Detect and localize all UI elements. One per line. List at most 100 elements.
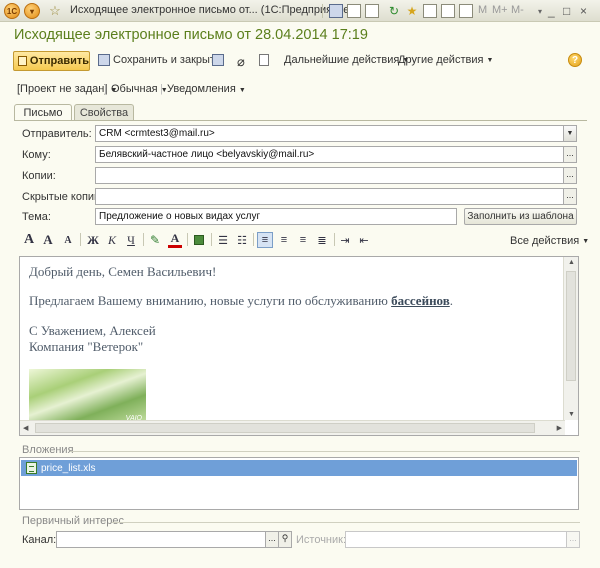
italic-icon[interactable]: К [105,232,119,248]
vertical-scrollbar[interactable]: ▲ ▼ [563,257,578,420]
document-icon [259,54,269,66]
scroll-thumb[interactable] [35,423,535,433]
separator: | [160,83,163,95]
attachments-list[interactable]: price_list.xls [19,457,579,510]
memory-m-button[interactable]: M [478,4,487,16]
align-right-icon[interactable]: ≡ [296,232,310,248]
envelope-icon [18,56,27,66]
search-icon[interactable]: ⚲ [278,531,292,548]
separator: | [104,83,107,95]
attachments-heading: Вложения [22,444,74,456]
help-icon[interactable]: ? [568,53,582,67]
further-actions-menu[interactable]: Дальнейшие действия ▼ [284,54,409,66]
sender-field[interactable]: CRM <crmtest3@mail.ru> [95,125,564,142]
editor-line-regards: С Уважением, Алексей [29,323,156,338]
app-menu-icon[interactable]: 1С [4,3,20,19]
paperclip-icon: ⌀ [237,54,245,69]
font-color-icon[interactable]: A [168,231,182,248]
tab-letter[interactable]: Письмо [14,104,72,121]
fill-from-template-button[interactable]: Заполнить из шаблона [464,208,577,225]
maximize-button[interactable]: □ [563,4,570,18]
scroll-left-icon[interactable]: ◀ [23,424,28,432]
minimize-button[interactable]: _ [548,4,555,18]
cc-select-button[interactable]: ... [563,167,577,184]
scroll-up-icon[interactable]: ▲ [568,259,575,266]
align-center-icon[interactable]: ≡ [277,232,291,248]
embedded-image[interactable]: VAIO [29,369,146,424]
attachment-item[interactable]: price_list.xls [21,460,577,476]
source-field[interactable] [345,531,567,548]
scroll-thumb[interactable] [566,271,576,381]
chevron-down-icon[interactable]: ▼ [563,125,577,142]
font-decrease-icon[interactable]: A [62,232,74,248]
refresh-icon[interactable]: ↻ [386,3,402,19]
indent-decrease-icon[interactable]: ⇤ [357,232,371,248]
calculator-icon[interactable] [440,3,456,19]
other-actions-menu[interactable]: Другие действия ▼ [398,54,493,66]
source-select-button[interactable]: ... [566,531,580,548]
other-actions-label: Другие действия [398,54,484,66]
preview-icon[interactable] [364,3,380,19]
numbered-list-icon[interactable]: ☷ [235,232,249,248]
further-actions-label: Дальнейшие действия [284,54,400,66]
message-editor[interactable]: Добрый день, Семен Васильевич! Предлагае… [19,256,579,436]
print-icon[interactable] [346,3,362,19]
font-increase-icon[interactable]: A [22,232,36,248]
editor-line-offer: Предлагаем Вашему вниманию, новые услуги… [29,293,453,309]
font-grow-icon[interactable]: A [41,232,55,248]
horizontal-scrollbar[interactable]: ◀ ▶ [20,420,565,435]
project-dropdown[interactable]: [Проект не задан] ▼ [17,83,117,95]
panel-dropdown-icon[interactable]: ▾ [532,3,548,19]
window-titlebar: 1С ▾ ☆ Исходящее электронное письмо от..… [0,0,600,22]
subject-field[interactable]: Предложение о новых видах услуг [95,208,457,225]
align-left-icon[interactable]: ≡ [257,232,273,248]
to-field[interactable]: Белявский-частное лицо <belyavskiy@mail.… [95,146,564,163]
all-actions-menu[interactable]: Все действия ▼ [510,235,589,247]
channel-select-button[interactable]: ... [265,531,279,548]
save-close-button[interactable]: Сохранить и закрыть [98,54,221,66]
bcc-select-button[interactable]: ... [563,188,577,205]
save-button[interactable] [212,54,224,66]
align-justify-icon[interactable]: ≣ [315,232,329,248]
save-icon[interactable] [328,3,344,19]
tab-divider [14,120,587,121]
cc-field[interactable] [95,167,564,184]
save-close-icon [98,54,110,66]
separator [334,233,335,246]
bcc-field[interactable] [95,188,564,205]
highlight-color-icon[interactable]: ✎ [148,232,162,248]
memory-minus-button[interactable]: M- [511,4,524,16]
scroll-right-icon[interactable]: ▶ [557,424,562,432]
bulleted-list-icon[interactable]: ☰ [216,232,230,248]
tab-properties[interactable]: Свойства [74,104,134,121]
channel-field[interactable] [56,531,266,548]
offer-link[interactable]: бассейнов [391,293,450,308]
close-button[interactable]: × [580,4,587,18]
list-icon[interactable] [458,3,474,19]
attach-button[interactable]: ⌀ [237,54,245,70]
separator [143,233,144,246]
image-icon[interactable] [192,232,206,248]
document-button[interactable] [259,54,269,66]
excel-file-icon [26,462,37,474]
notifications-dropdown[interactable]: Уведомления ▼ [167,83,246,95]
memory-plus-button[interactable]: M+ [492,4,508,16]
favorites-icon[interactable]: ★ [404,3,420,19]
to-select-button[interactable]: ... [563,146,577,163]
importance-label: Обычная [111,83,158,95]
notifications-label: Уведомления [167,83,236,95]
send-button[interactable]: Отправить [13,51,90,71]
calendar-icon[interactable] [422,3,438,19]
scroll-down-icon[interactable]: ▼ [568,411,575,418]
chevron-down-icon: ▼ [486,56,494,64]
bold-icon[interactable]: Ж [86,232,100,248]
offer-end: . [449,293,454,308]
underline-icon[interactable]: Ч [124,232,138,248]
dropdown-menu-icon[interactable]: ▾ [24,3,40,19]
separator [322,4,323,18]
indent-increase-icon[interactable]: ⇥ [338,232,352,248]
star-icon[interactable]: ☆ [47,3,63,19]
cc-label: Копии: [22,170,56,182]
editor-line-greeting: Добрый день, Семен Васильевич! [29,264,217,279]
section-divider [112,522,580,523]
